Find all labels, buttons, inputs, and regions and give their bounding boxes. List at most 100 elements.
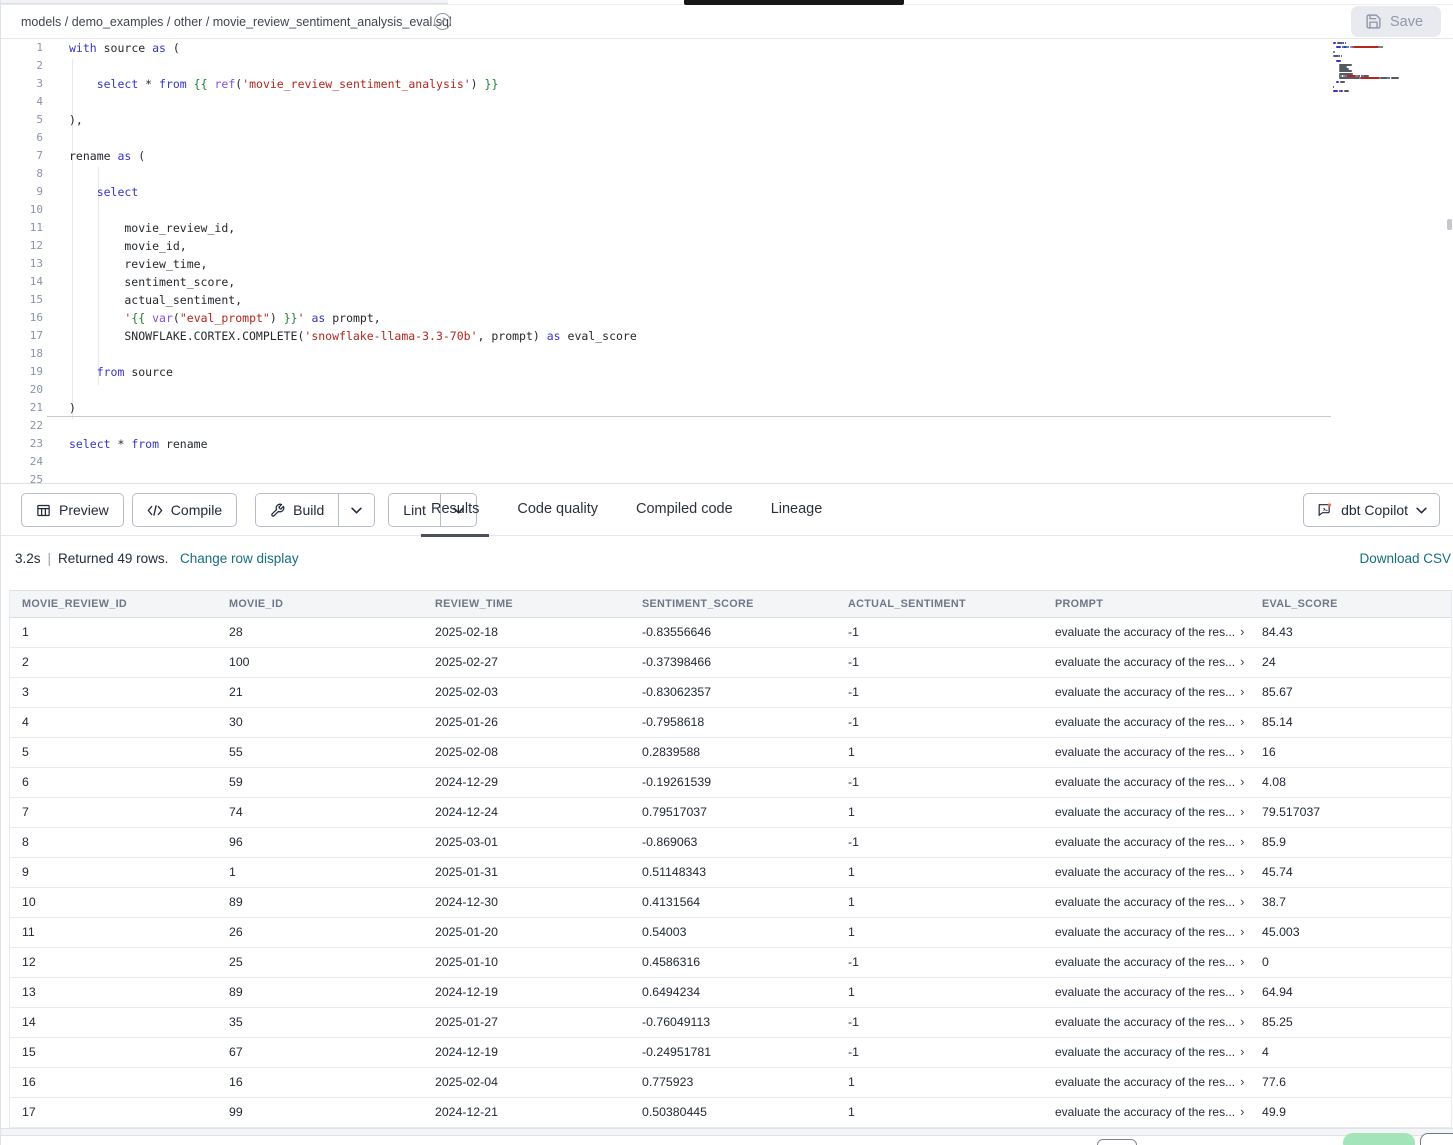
code-line: 18 (1, 345, 1453, 363)
cell-actual_sentiment: 1 (836, 978, 1043, 1007)
code-line: 2 (1, 57, 1453, 75)
prompt-expand-chevron-icon[interactable]: › (1240, 625, 1244, 638)
cell-eval_score: 4 (1250, 1038, 1451, 1067)
code-line: 7rename as ( (1, 147, 1453, 165)
save-button[interactable]: Save (1351, 6, 1441, 37)
cell-prompt: evaluate the accuracy of the res...› (1043, 1098, 1250, 1127)
prompt-expand-chevron-icon[interactable]: › (1240, 685, 1244, 698)
cell-actual_sentiment: -1 (836, 948, 1043, 977)
prompt-expand-chevron-icon[interactable]: › (1240, 1015, 1244, 1028)
cell-review_time: 2024-12-19 (423, 978, 630, 1007)
prompt-expand-chevron-icon[interactable]: › (1240, 775, 1244, 788)
table-row: 15672024-12-19-0.24951781-1evaluate the … (10, 1038, 1451, 1068)
download-csv-link[interactable]: Download CSV (1359, 551, 1451, 566)
code-line: 20 (1, 381, 1453, 399)
query-status-row: 3.2s|Returned 49 rows. Change row displa… (1, 537, 1453, 590)
cell-actual_sentiment: 1 (836, 888, 1043, 917)
table-body: 1282025-02-18-0.83556646-1evaluate the a… (10, 618, 1451, 1128)
build-dropdown-chevron[interactable] (338, 494, 374, 526)
tab-compiled-code[interactable]: Compiled code (626, 484, 743, 536)
table-row: 21002025-02-27-0.37398466-1evaluate the … (10, 648, 1451, 678)
horizontal-scrollbar-track[interactable] (1, 1128, 1453, 1136)
cell-actual_sentiment: -1 (836, 648, 1043, 677)
bottom-partial-button[interactable] (1097, 1139, 1137, 1145)
cell-sentiment_score: -0.869063 (630, 828, 836, 857)
prompt-expand-chevron-icon[interactable]: › (1240, 925, 1244, 938)
cell-eval_score: 49.9 (1250, 1098, 1451, 1127)
cell-movie_review_id: 2 (10, 648, 217, 677)
cell-movie_review_id: 16 (10, 1068, 217, 1097)
column-header-sentiment_score: SENTIMENT_SCORE (630, 591, 836, 617)
column-header-movie_id: MOVIE_ID (217, 591, 423, 617)
cell-review_time: 2025-01-20 (423, 918, 630, 947)
cell-sentiment_score: 0.2839588 (630, 738, 836, 767)
prompt-expand-chevron-icon[interactable]: › (1240, 1045, 1244, 1058)
build-button[interactable]: Build (256, 494, 338, 526)
dbt-copilot-button[interactable]: dbt Copilot (1303, 493, 1440, 527)
cell-sentiment_score: 0.4131564 (630, 888, 836, 917)
cell-prompt: evaluate the accuracy of the res...› (1043, 1068, 1250, 1097)
cell-review_time: 2025-02-03 (423, 678, 630, 707)
prompt-expand-chevron-icon[interactable]: › (1240, 985, 1244, 998)
prompt-expand-chevron-icon[interactable]: › (1240, 955, 1244, 968)
line-number: 22 (1, 417, 43, 435)
prompt-expand-chevron-icon[interactable]: › (1240, 1075, 1244, 1088)
editor-minimap[interactable] (1333, 42, 1445, 97)
cell-actual_sentiment: -1 (836, 1038, 1043, 1067)
prompt-expand-chevron-icon[interactable]: › (1240, 805, 1244, 818)
cell-eval_score: 45.74 (1250, 858, 1451, 887)
cell-movie_review_id: 1 (10, 618, 217, 647)
query-status-text: 3.2s|Returned 49 rows. (15, 551, 168, 566)
cell-movie_id: 89 (217, 888, 423, 917)
table-row: 6592024-12-29-0.19261539-1evaluate the a… (10, 768, 1451, 798)
prompt-expand-chevron-icon[interactable]: › (1240, 655, 1244, 668)
change-row-display-link[interactable]: Change row display (180, 551, 299, 566)
column-header-eval_score: EVAL_SCORE (1250, 591, 1451, 617)
line-number: 21 (1, 399, 43, 417)
table-row: 12252025-01-100.4586316-1evaluate the ac… (10, 948, 1451, 978)
prompt-expand-chevron-icon[interactable]: › (1240, 835, 1244, 848)
prompt-expand-chevron-icon[interactable]: › (1240, 865, 1244, 878)
prompt-expand-chevron-icon[interactable]: › (1240, 715, 1244, 728)
bottom-partial-button-right[interactable] (1420, 1133, 1453, 1145)
prompt-expand-chevron-icon[interactable]: › (1240, 895, 1244, 908)
table-row: 7742024-12-240.795170371evaluate the acc… (10, 798, 1451, 828)
breadcrumb[interactable]: models / demo_examples / other / movie_r… (21, 5, 452, 39)
cell-movie_id: 67 (217, 1038, 423, 1067)
preview-button[interactable]: Preview (21, 493, 124, 527)
cell-movie_id: 26 (217, 918, 423, 947)
cell-sentiment_score: 0.51148343 (630, 858, 836, 887)
prompt-expand-chevron-icon[interactable]: › (1240, 745, 1244, 758)
action-bar: Preview Compile Build Lint (1, 484, 1453, 536)
code-editor[interactable]: 1with source as (23 select * from {{ ref… (1, 39, 1453, 483)
bottom-status-pill[interactable] (1343, 1133, 1415, 1145)
bottom-strip (1, 1136, 1453, 1145)
cell-movie_review_id: 8 (10, 828, 217, 857)
code-line: 5), (1, 111, 1453, 129)
cell-prompt: evaluate the accuracy of the res...› (1043, 738, 1250, 767)
cell-eval_score: 79.517037 (1250, 798, 1451, 827)
code-line: 6 (1, 129, 1453, 147)
cell-review_time: 2025-01-10 (423, 948, 630, 977)
tab-code-quality[interactable]: Code quality (507, 484, 608, 536)
tab-results[interactable]: Results (421, 484, 489, 536)
cell-eval_score: 38.7 (1250, 888, 1451, 917)
cell-sentiment_score: 0.54003 (630, 918, 836, 947)
cell-sentiment_score: 0.775923 (630, 1068, 836, 1097)
compile-button[interactable]: Compile (132, 493, 237, 527)
table-row: 14352025-01-27-0.76049113-1evaluate the … (10, 1008, 1451, 1038)
cell-prompt: evaluate the accuracy of the res...› (1043, 978, 1250, 1007)
cell-prompt: evaluate the accuracy of the res...› (1043, 768, 1250, 797)
editor-scrollbar-thumb[interactable] (1447, 219, 1452, 230)
cell-review_time: 2025-03-01 (423, 828, 630, 857)
cell-review_time: 2024-12-30 (423, 888, 630, 917)
prompt-expand-chevron-icon[interactable]: › (1240, 1105, 1244, 1118)
tab-lineage[interactable]: Lineage (761, 484, 833, 536)
cell-prompt: evaluate the accuracy of the res...› (1043, 918, 1250, 947)
elapsed-time: 3.2s (15, 551, 41, 566)
table-row: 8962025-03-01-0.869063-1evaluate the acc… (10, 828, 1451, 858)
line-number: 18 (1, 345, 43, 363)
results-tabs: Results Code quality Compiled code Lineage (421, 484, 850, 536)
code-line: 13 review_time, (1, 255, 1453, 273)
cell-movie_id: 30 (217, 708, 423, 737)
